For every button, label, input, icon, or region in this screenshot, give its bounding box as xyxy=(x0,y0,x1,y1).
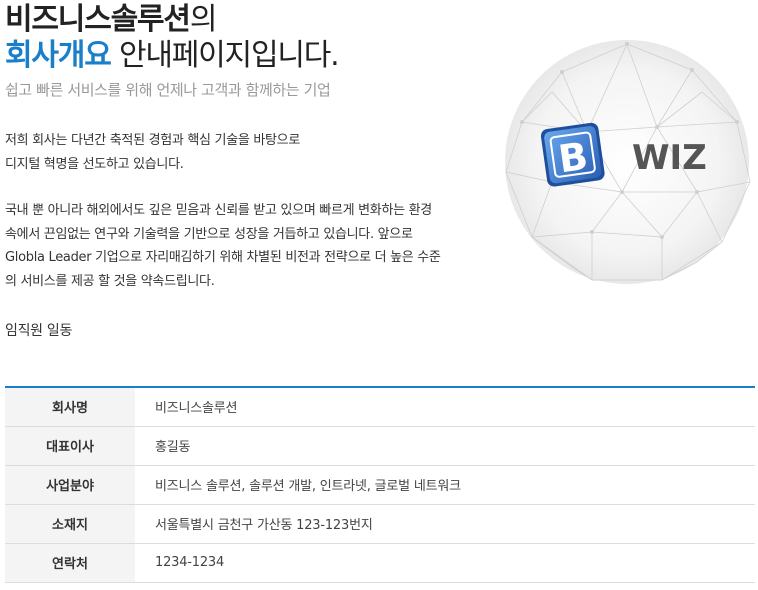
company-name-bold: 비즈니스솔루션 xyxy=(5,2,191,37)
row-label: 소재지 xyxy=(5,504,135,543)
row-value: 비즈니스 솔루션, 솔루션 개발, 인트라넷, 글로벌 네트워크 xyxy=(155,479,461,494)
row-label: 사업분야 xyxy=(5,465,135,504)
row-value: 홍길동 xyxy=(155,440,191,455)
table-row: 회사명 비즈니스솔루션 xyxy=(5,387,755,426)
row-label: 회사명 xyxy=(5,387,135,426)
intro-line: 의 서비스를 제공 할 것을 약속드립니다. xyxy=(5,273,215,289)
title-line-2: 회사개요 안내페이지입니다. xyxy=(5,38,340,74)
title-accent: 회사개요 xyxy=(5,38,112,73)
title-line-1: 비즈니스솔루션의 xyxy=(5,2,218,37)
bwiz-logo: B WIZ xyxy=(492,32,758,300)
row-label: 연락처 xyxy=(5,543,135,582)
title-suffix: 의 xyxy=(189,2,218,37)
table-row: 연락처 1234-1234 xyxy=(5,543,755,582)
row-value: 서울특별시 금천구 가산동 123-123번지 xyxy=(155,518,373,533)
table-row: 사업분야 비즈니스 솔루션, 솔루션 개발, 인트라넷, 글로벌 네트워크 xyxy=(5,465,755,504)
row-value: 1234-1234 xyxy=(155,555,225,570)
intro-line: 디지털 혁명을 선도하고 있습니다. xyxy=(5,156,184,172)
intro-line: 국내 뿐 아니라 해외에서도 깊은 믿음과 신뢰를 받고 있으며 빠르게 변화하… xyxy=(5,203,432,218)
title-rest: 안내페이지입니다. xyxy=(110,38,340,73)
intro-line: Globla Leader 기업으로 자리매김하기 위해 차별된 비전과 전략으… xyxy=(5,250,441,265)
intro-line: 속에서 끈임없는 연구와 기술력을 기반으로 성장을 거듭하고 있습니다. 앞으… xyxy=(5,226,413,242)
row-label: 대표이사 xyxy=(5,426,135,465)
logo-text: WIZ xyxy=(632,138,707,178)
signature: 임직원 일동 xyxy=(5,323,73,339)
row-value: 비즈니스솔루션 xyxy=(155,401,238,417)
page-title: 비즈니스솔루션의 회사개요 안내페이지입니다. xyxy=(5,2,340,74)
page-subtitle: 쉽고 빠른 서비스를 위해 언제나 고객과 함께하는 기업 xyxy=(5,81,331,99)
intro-text: 저희 회사는 다년간 축적된 경험과 핵심 기술을 바탕으로 디지털 혁명을 선… xyxy=(5,129,465,293)
logo-letter: B xyxy=(556,134,591,182)
table-row: 소재지 서울특별시 금천구 가산동 123-123번지 xyxy=(5,504,755,543)
company-info-table: 회사명 비즈니스솔루션 대표이사 홍길동 사업분야 비즈니스 솔루션, 솔루션 … xyxy=(5,386,755,583)
table-row: 대표이사 홍길동 xyxy=(5,426,755,465)
intro-line: 저희 회사는 다년간 축적된 경험과 핵심 기술을 바탕으로 xyxy=(5,133,301,148)
